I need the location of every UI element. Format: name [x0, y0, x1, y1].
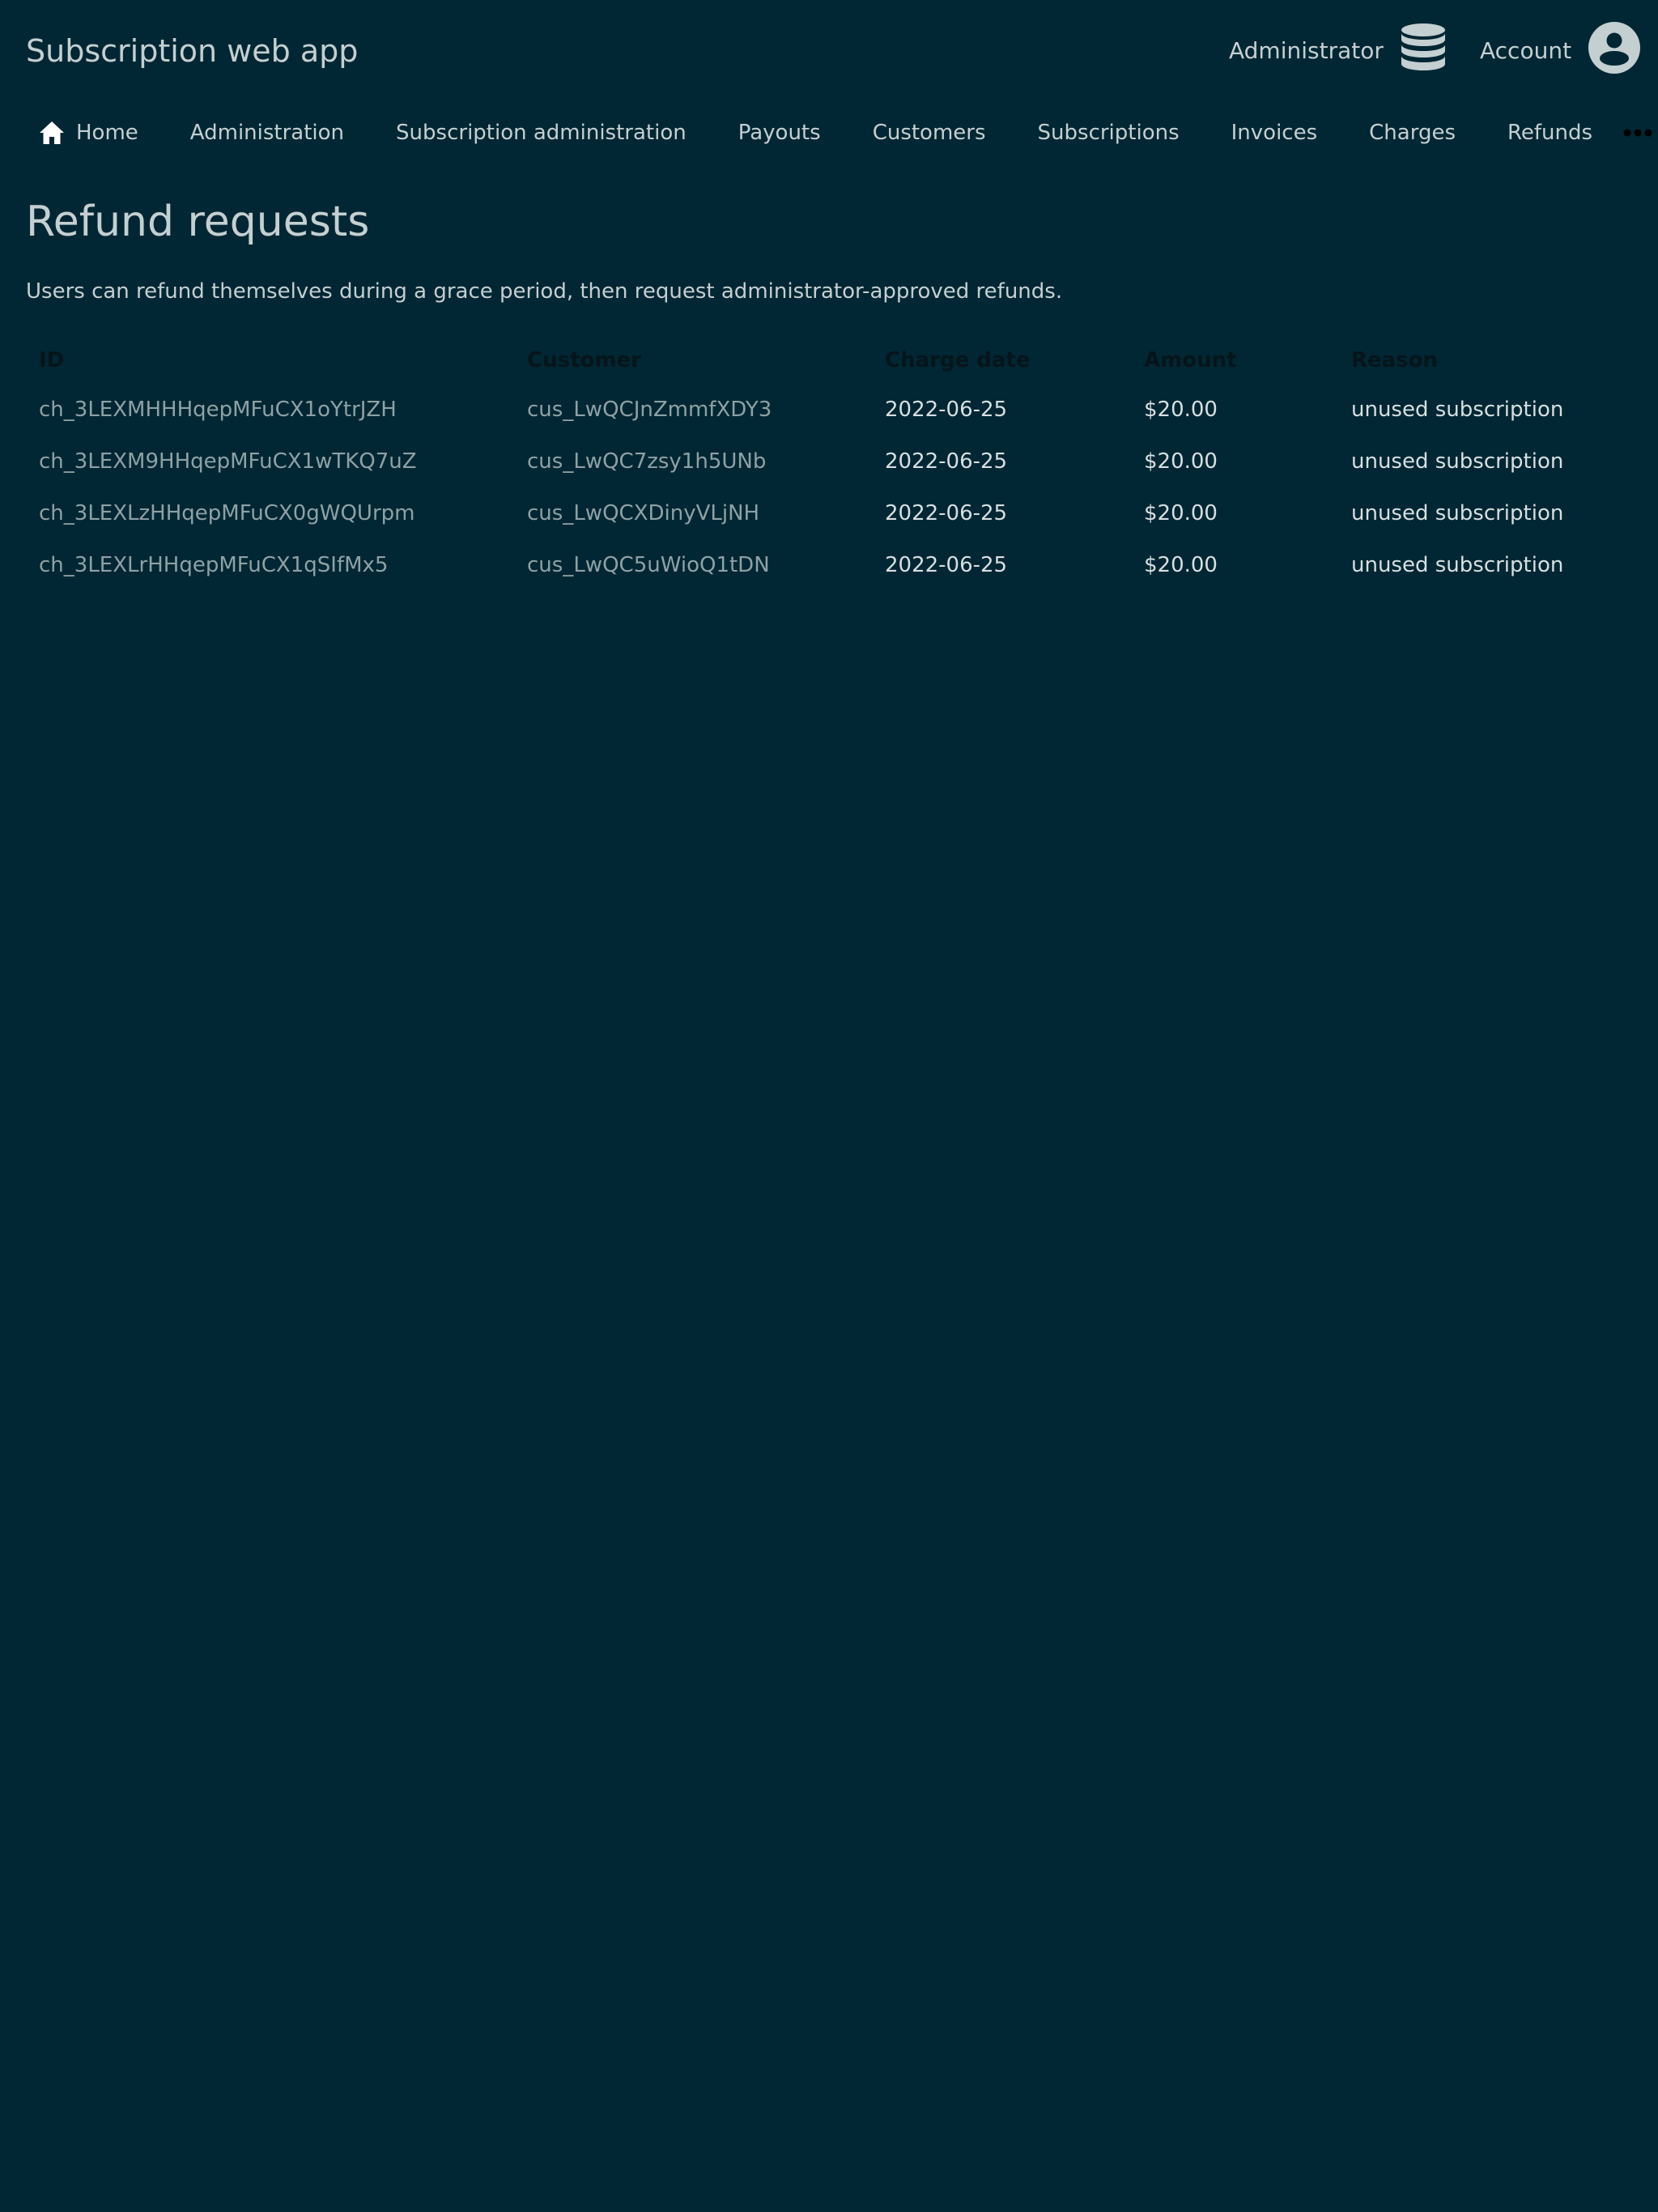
column-header-charge-date: Charge date [885, 348, 1031, 372]
charge-id-link[interactable]: ch_3LEXMHHHqepMFuCX1oYtrJZH [26, 384, 514, 436]
nav-item-invoices[interactable]: Invoices [1231, 121, 1318, 145]
nav-item-payouts[interactable]: Payouts [738, 121, 821, 145]
charge-id-link[interactable]: ch_3LEXM9HHqepMFuCX1wTKQ7uZ [26, 436, 514, 487]
amount-cell: $20.00 [1144, 398, 1218, 422]
column-header-amount: Amount [1144, 348, 1237, 372]
user-circle-icon [1588, 21, 1641, 80]
reason-cell: unused subscription [1351, 398, 1564, 422]
reason-cell: unused subscription [1351, 501, 1564, 525]
ellipsis-icon [1623, 125, 1652, 141]
account-label: Account [1480, 36, 1572, 64]
administrator-link[interactable]: Administrator [1229, 22, 1447, 79]
amount-cell: $20.00 [1144, 449, 1218, 474]
charge-id-link[interactable]: ch_3LEXLzHHqepMFuCX0gWQUrpm [26, 487, 514, 539]
database-icon [1400, 22, 1447, 79]
charge-date-cell: 2022-06-25 [885, 553, 1008, 577]
column-header-id: ID [39, 348, 65, 372]
nav-item-subscription-administration[interactable]: Subscription administration [396, 121, 687, 145]
page-description: Users can refund themselves during a gra… [26, 279, 1063, 304]
home-icon [39, 121, 65, 145]
table-header-row: ID Customer Charge date Amount Reason [26, 337, 1591, 384]
main-nav: Home Administration Subscription adminis… [26, 110, 1652, 155]
nav-item-administration[interactable]: Administration [190, 121, 344, 145]
app-header: Subscription web app Administrator Accou… [0, 0, 1658, 100]
table-row: ch_3LEXLrHHqepMFuCX1qSIfMx5 cus_LwQC5uWi… [26, 539, 1591, 591]
refunds-table: ID Customer Charge date Amount Reason ch… [26, 337, 1591, 591]
customer-id-link[interactable]: cus_LwQCXDinyVLjNH [514, 487, 872, 539]
customer-id-link[interactable]: cus_LwQC7zsy1h5UNb [514, 436, 872, 487]
account-link[interactable]: Account [1480, 21, 1641, 76]
table-row: ch_3LEXLzHHqepMFuCX0gWQUrpm cus_LwQCXDin… [26, 487, 1591, 539]
charge-date-cell: 2022-06-25 [885, 449, 1008, 474]
app-title[interactable]: Subscription web app [26, 31, 358, 71]
column-header-customer: Customer [527, 348, 641, 372]
customer-id-link[interactable]: cus_LwQCJnZmmfXDY3 [514, 384, 872, 436]
column-header-reason: Reason [1351, 348, 1439, 372]
reason-cell: unused subscription [1351, 553, 1564, 577]
charge-date-cell: 2022-06-25 [885, 501, 1008, 525]
amount-cell: $20.00 [1144, 501, 1218, 525]
amount-cell: $20.00 [1144, 553, 1218, 577]
administrator-label: Administrator [1229, 36, 1384, 64]
page-title: Refund requests [26, 198, 370, 246]
nav-item-home[interactable]: Home [39, 121, 138, 145]
nav-item-customers[interactable]: Customers [873, 121, 986, 145]
table-row: ch_3LEXM9HHqepMFuCX1wTKQ7uZ cus_LwQC7zsy… [26, 436, 1591, 487]
nav-more-button[interactable] [1623, 125, 1652, 141]
nav-item-refunds[interactable]: Refunds [1507, 121, 1592, 145]
charge-id-link[interactable]: ch_3LEXLrHHqepMFuCX1qSIfMx5 [26, 539, 514, 591]
customer-id-link[interactable]: cus_LwQC5uWioQ1tDN [514, 539, 872, 591]
reason-cell: unused subscription [1351, 449, 1564, 474]
nav-item-subscriptions[interactable]: Subscriptions [1038, 121, 1180, 145]
table-row: ch_3LEXMHHHqepMFuCX1oYtrJZH cus_LwQCJnZm… [26, 384, 1591, 436]
charge-date-cell: 2022-06-25 [885, 398, 1008, 422]
nav-item-charges[interactable]: Charges [1369, 121, 1456, 145]
nav-item-label: Home [76, 121, 138, 145]
